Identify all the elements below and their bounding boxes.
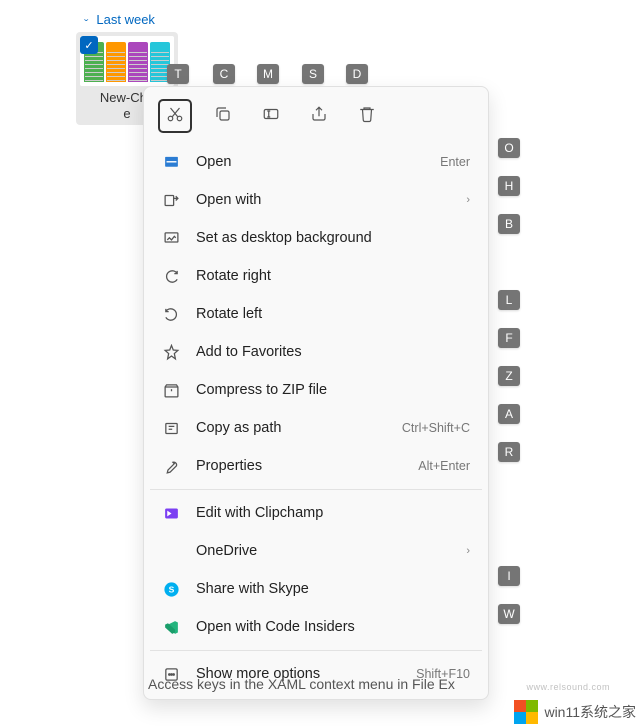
menu-desktop-bg[interactable]: Set as desktop background bbox=[150, 219, 482, 257]
menu-label: Rotate left bbox=[196, 306, 470, 322]
menu-label: Open with bbox=[196, 192, 450, 208]
access-key-a: A bbox=[498, 404, 520, 424]
menu-label: Open bbox=[196, 154, 424, 170]
rename-icon bbox=[262, 105, 280, 128]
rotate-left-icon bbox=[162, 305, 180, 323]
menu-shortcut: Alt+Enter bbox=[418, 459, 470, 473]
copy-button[interactable] bbox=[206, 99, 240, 133]
watermark: win11系统之家 bbox=[514, 700, 636, 724]
menu-shortcut: Ctrl+Shift+C bbox=[402, 421, 470, 435]
menu-label: Share with Skype bbox=[196, 581, 470, 597]
access-key-b: B bbox=[498, 214, 520, 234]
access-key-f: F bbox=[498, 328, 520, 348]
menu-compress[interactable]: Compress to ZIP file bbox=[150, 371, 482, 409]
share-icon bbox=[310, 105, 328, 128]
trash-icon bbox=[358, 105, 376, 128]
menu-separator bbox=[150, 650, 482, 651]
scissors-icon bbox=[166, 105, 184, 128]
chevron-right-icon: › bbox=[466, 194, 470, 206]
vscode-insiders-icon bbox=[162, 618, 180, 636]
menu-label: Compress to ZIP file bbox=[196, 382, 470, 398]
svg-text:S: S bbox=[168, 584, 174, 594]
windows-logo-icon bbox=[514, 700, 538, 724]
wrench-icon bbox=[162, 457, 180, 475]
access-key-m: M bbox=[257, 64, 279, 84]
context-toolbar bbox=[150, 93, 482, 143]
file-thumbnail: ✓ bbox=[80, 36, 174, 86]
rename-button[interactable] bbox=[254, 99, 288, 133]
share-button[interactable] bbox=[302, 99, 336, 133]
menu-shortcut: Enter bbox=[440, 155, 470, 169]
rotate-right-icon bbox=[162, 267, 180, 285]
check-icon: ✓ bbox=[80, 36, 98, 54]
access-key-i: I bbox=[498, 566, 520, 586]
access-key-z: Z bbox=[498, 366, 520, 386]
menu-copy-path[interactable]: Copy as path Ctrl+Shift+C bbox=[150, 409, 482, 447]
access-key-c: C bbox=[213, 64, 235, 84]
watermark-text: win11系统之家 bbox=[544, 702, 636, 722]
access-key-r: R bbox=[498, 442, 520, 462]
menu-label: OneDrive bbox=[196, 543, 450, 559]
access-key-d: D bbox=[346, 64, 368, 84]
menu-open-with[interactable]: Open with › bbox=[150, 181, 482, 219]
menu-label: Open with Code Insiders bbox=[196, 619, 470, 635]
copy-icon bbox=[214, 105, 232, 128]
context-menu: Open Enter Open with › Set as desktop ba… bbox=[143, 86, 489, 700]
menu-onedrive[interactable]: OneDrive › bbox=[150, 532, 482, 570]
menu-label: Copy as path bbox=[196, 420, 386, 436]
menu-label: Set as desktop background bbox=[196, 230, 470, 246]
menu-clipchamp[interactable]: Edit with Clipchamp bbox=[150, 494, 482, 532]
caption-text: Access keys in the XAML context menu in … bbox=[148, 676, 455, 692]
access-key-t: T bbox=[167, 64, 189, 84]
access-key-w: W bbox=[498, 604, 520, 624]
open-with-icon bbox=[162, 191, 180, 209]
desktop-icon bbox=[162, 229, 180, 247]
menu-rotate-right[interactable]: Rotate right bbox=[150, 257, 482, 295]
star-icon bbox=[162, 343, 180, 361]
menu-share-skype[interactable]: S Share with Skype bbox=[150, 570, 482, 608]
cut-button[interactable] bbox=[158, 99, 192, 133]
access-key-h: H bbox=[498, 176, 520, 196]
zip-icon bbox=[162, 381, 180, 399]
access-key-s: S bbox=[302, 64, 324, 84]
menu-label: Edit with Clipchamp bbox=[196, 505, 470, 521]
chevron-down-icon: ⌄ bbox=[82, 16, 90, 24]
menu-rotate-left[interactable]: Rotate left bbox=[150, 295, 482, 333]
menu-label: Add to Favorites bbox=[196, 344, 470, 360]
menu-label: Properties bbox=[196, 458, 402, 474]
access-key-o: O bbox=[498, 138, 520, 158]
delete-button[interactable] bbox=[350, 99, 384, 133]
group-header[interactable]: ⌄ Last week bbox=[82, 12, 155, 27]
copy-path-icon bbox=[162, 419, 180, 437]
open-icon bbox=[162, 153, 180, 171]
access-key-l: L bbox=[498, 290, 520, 310]
group-label: Last week bbox=[96, 12, 155, 27]
menu-open[interactable]: Open Enter bbox=[150, 143, 482, 181]
onedrive-icon bbox=[162, 542, 180, 560]
skype-icon: S bbox=[162, 580, 180, 598]
menu-label: Rotate right bbox=[196, 268, 470, 284]
menu-code-insiders[interactable]: Open with Code Insiders bbox=[150, 608, 482, 646]
menu-favorites[interactable]: Add to Favorites bbox=[150, 333, 482, 371]
chevron-right-icon: › bbox=[466, 545, 470, 557]
clipchamp-icon bbox=[162, 504, 180, 522]
watermark-url: www.relsound.com bbox=[526, 682, 610, 692]
menu-separator bbox=[150, 489, 482, 490]
menu-properties[interactable]: Properties Alt+Enter bbox=[150, 447, 482, 485]
